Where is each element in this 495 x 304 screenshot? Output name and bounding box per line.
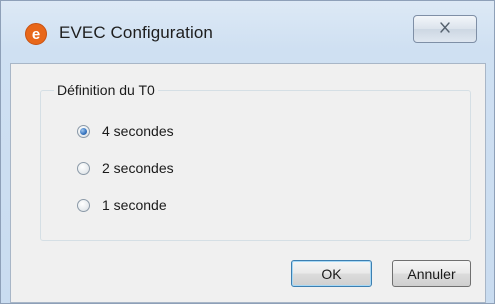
- radio-option-1-seconde[interactable]: 1 seconde: [77, 194, 167, 216]
- radio-button[interactable]: [77, 124, 90, 138]
- close-icon: [439, 20, 451, 38]
- radio-option-4-secondes[interactable]: 4 secondes: [77, 120, 174, 142]
- close-button[interactable]: [413, 15, 477, 43]
- group-title: Définition du T0: [54, 82, 158, 98]
- radio-label: 1 seconde: [102, 197, 167, 213]
- radio-label: 2 secondes: [102, 160, 174, 176]
- ok-button[interactable]: OK: [291, 260, 372, 287]
- radio-button[interactable]: [77, 198, 90, 212]
- svg-text:e: e: [32, 26, 40, 43]
- radio-button[interactable]: [77, 161, 90, 175]
- evec-app-icon: e: [25, 23, 47, 45]
- dialog-window: e EVEC Configuration Définition du T0 4 …: [0, 0, 495, 304]
- dialog-body: Définition du T0 4 secondes 2 secondes 1…: [10, 63, 486, 303]
- t0-definition-group: Définition du T0 4 secondes 2 secondes 1…: [40, 82, 471, 241]
- radio-label: 4 secondes: [102, 123, 174, 139]
- cancel-button[interactable]: Annuler: [392, 260, 471, 287]
- window-title: EVEC Configuration: [59, 23, 213, 42]
- radio-option-2-secondes[interactable]: 2 secondes: [77, 157, 174, 179]
- title-bar[interactable]: e EVEC Configuration: [1, 1, 494, 63]
